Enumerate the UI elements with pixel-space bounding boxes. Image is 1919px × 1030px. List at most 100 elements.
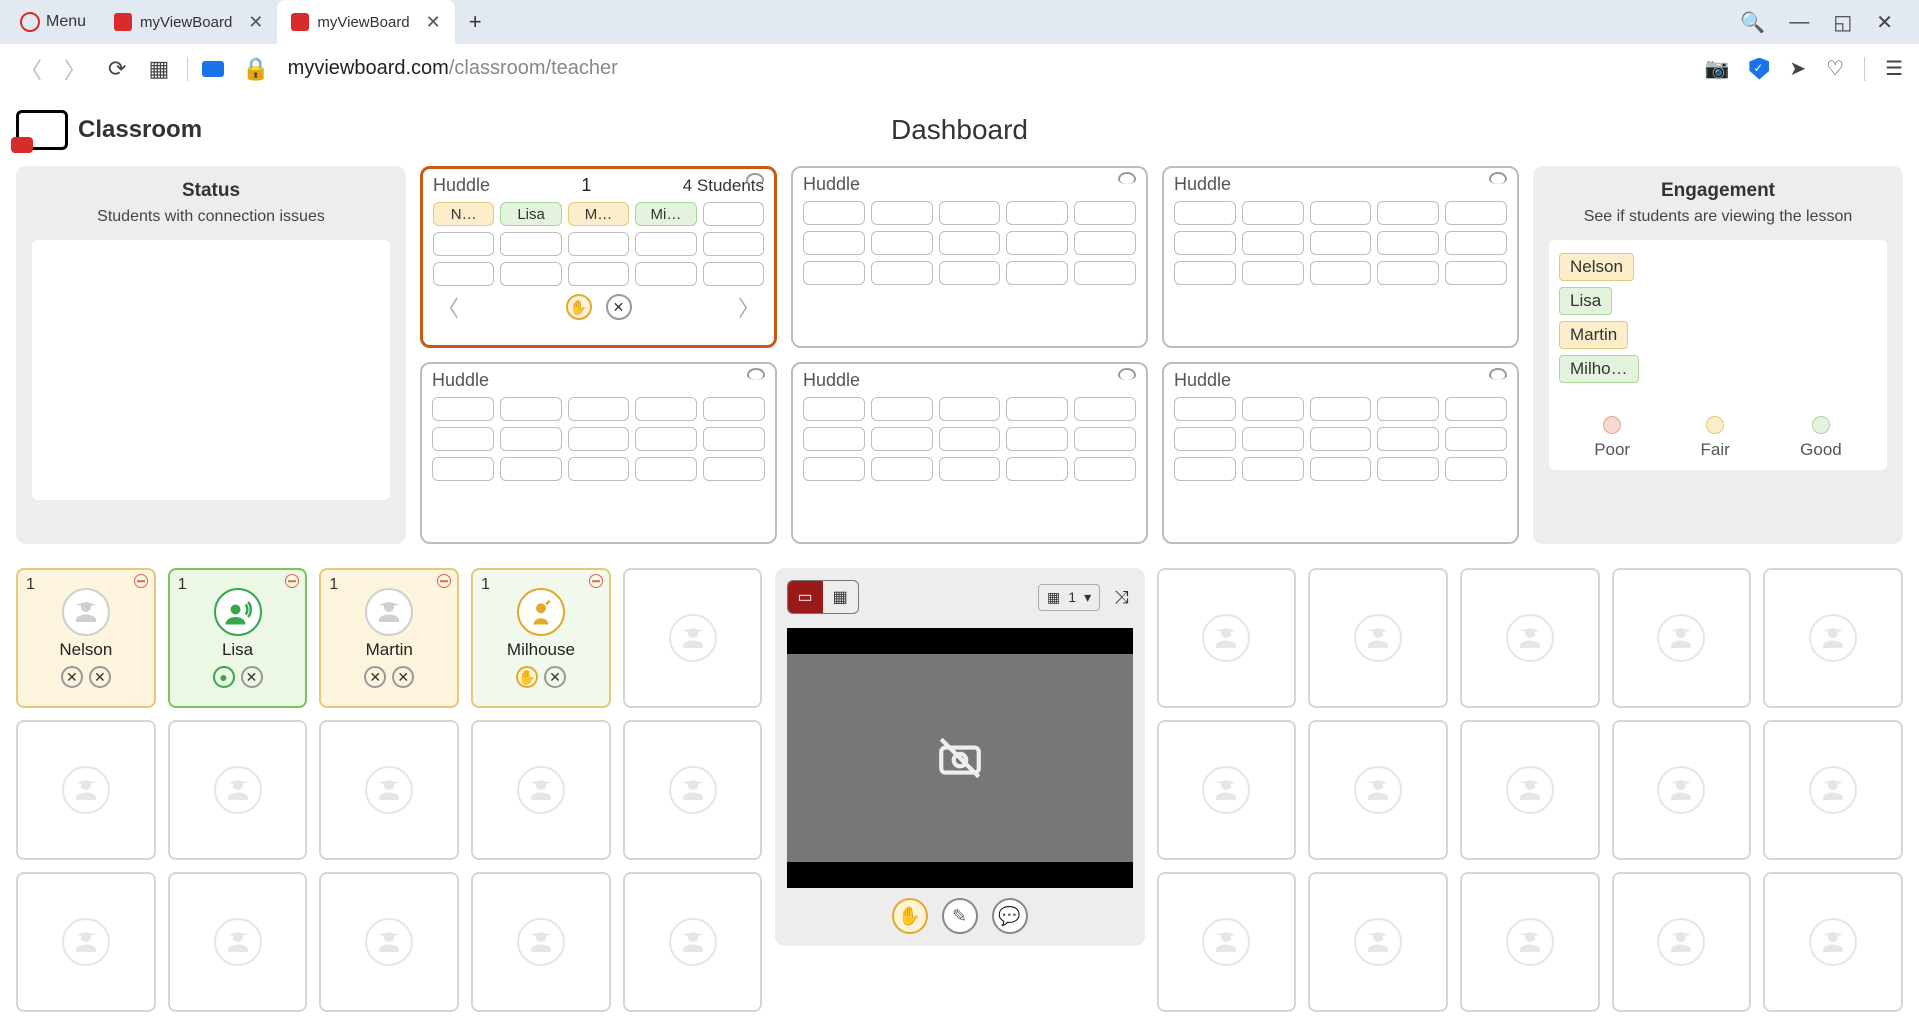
student-card-empty[interactable] (1612, 720, 1752, 860)
student-card-empty[interactable] (168, 872, 308, 1012)
chat-button[interactable]: 💬 (992, 898, 1028, 934)
huddle-empty-slot[interactable] (1174, 201, 1236, 225)
lasso-icon[interactable] (1118, 368, 1136, 380)
mic-mute-icon[interactable]: ✕ (364, 666, 386, 688)
huddle-empty-slot[interactable] (1006, 457, 1068, 481)
huddle-empty-slot[interactable] (1006, 261, 1068, 285)
reload-button[interactable]: ⟳ (104, 52, 130, 86)
heart-icon[interactable]: ♡ (1826, 56, 1844, 81)
engagement-item[interactable]: Milho… (1559, 355, 1639, 383)
speed-dial-icon[interactable]: ▦ (144, 52, 173, 86)
huddle-card-6[interactable]: Huddle (1162, 362, 1519, 544)
huddle-empty-slot[interactable] (871, 427, 933, 451)
huddle-card-1[interactable]: Huddle 1 4 Students N… Lisa M… Mi… (420, 166, 777, 348)
huddle-empty-slot[interactable] (1006, 427, 1068, 451)
huddle-empty-slot[interactable] (1174, 427, 1236, 451)
mic-mute-icon[interactable]: ✕ (61, 666, 83, 688)
huddle-empty-slot[interactable] (803, 397, 865, 421)
huddle-member[interactable]: Mi… (635, 202, 696, 226)
cam-mute-icon[interactable]: ✕ (89, 666, 111, 688)
huddle-empty-slot[interactable] (939, 427, 1001, 451)
huddle-empty-slot[interactable] (1445, 231, 1507, 255)
remove-icon[interactable] (437, 574, 451, 588)
huddle-empty-slot[interactable] (1242, 397, 1304, 421)
chevron-left-icon[interactable]: 〈 (437, 291, 459, 323)
lock-icon[interactable]: 🔒 (238, 52, 273, 86)
student-count-select[interactable]: ▦ 1 ▾ (1038, 584, 1100, 611)
hand-raised-icon[interactable]: ✋ (516, 666, 538, 688)
student-card-empty[interactable] (1460, 720, 1600, 860)
huddle-empty-slot[interactable] (803, 427, 865, 451)
student-card-empty[interactable] (1612, 872, 1752, 1012)
huddle-empty-slot[interactable] (1242, 231, 1304, 255)
huddle-card-5[interactable]: Huddle (791, 362, 1148, 544)
video-indicator-icon[interactable] (202, 61, 224, 77)
huddle-empty-slot[interactable] (939, 231, 1001, 255)
raise-hand-button[interactable]: ✋ (892, 898, 928, 934)
huddle-empty-slot[interactable] (703, 262, 764, 286)
huddle-empty-slot[interactable] (1445, 427, 1507, 451)
search-tabs-icon[interactable]: 🔍 (1740, 10, 1765, 35)
huddle-empty-slot[interactable] (1377, 457, 1439, 481)
view-mode-toggle[interactable]: ▭ ▦ (787, 580, 859, 614)
huddle-empty-slot[interactable] (939, 261, 1001, 285)
huddle-empty-slot[interactable] (803, 261, 865, 285)
huddle-empty-slot[interactable] (871, 231, 933, 255)
remove-icon[interactable] (134, 574, 148, 588)
board-view-icon[interactable]: ▭ (788, 581, 823, 613)
huddle-empty-slot[interactable] (1445, 457, 1507, 481)
window-minimize-icon[interactable]: — (1789, 11, 1809, 34)
huddle-empty-slot[interactable] (871, 397, 933, 421)
huddle-empty-slot[interactable] (1377, 261, 1439, 285)
address-bar[interactable]: myviewboard.com/classroom/teacher (288, 57, 618, 80)
student-card-lisa[interactable]: 1 Lisa ●✕ (168, 568, 308, 708)
huddle-empty-slot[interactable] (635, 262, 696, 286)
huddle-empty-slot[interactable] (703, 457, 765, 481)
huddle-empty-slot[interactable] (1242, 457, 1304, 481)
cam-mute-icon[interactable]: ✕ (544, 666, 566, 688)
send-icon[interactable]: ➤ (1789, 56, 1806, 81)
mic-on-icon[interactable]: ● (213, 666, 235, 688)
student-card-empty[interactable] (1460, 872, 1600, 1012)
huddle-empty-slot[interactable] (1074, 427, 1136, 451)
student-card-empty[interactable] (168, 720, 308, 860)
huddle-empty-slot[interactable] (1377, 231, 1439, 255)
huddle-empty-slot[interactable] (1445, 261, 1507, 285)
huddle-empty-slot[interactable] (1445, 201, 1507, 225)
huddle-empty-slot[interactable] (703, 397, 765, 421)
huddle-empty-slot[interactable] (500, 397, 562, 421)
huddle-empty-slot[interactable] (568, 457, 630, 481)
huddle-empty-slot[interactable] (1310, 261, 1372, 285)
student-card-empty[interactable] (1763, 872, 1903, 1012)
huddle-empty-slot[interactable] (1174, 231, 1236, 255)
easy-setup-icon[interactable]: ☰ (1885, 56, 1903, 81)
student-card-empty[interactable] (1308, 720, 1448, 860)
huddle-empty-slot[interactable] (1074, 457, 1136, 481)
presenter-video[interactable] (787, 628, 1133, 888)
huddle-empty-slot[interactable] (1174, 261, 1236, 285)
grid-view-icon[interactable]: ▦ (823, 581, 858, 613)
window-restore-icon[interactable]: ◱ (1833, 10, 1852, 35)
nav-back-button[interactable]: 〈 (16, 49, 46, 89)
pen-mute-button[interactable]: ✎ (942, 898, 978, 934)
adblock-shield-icon[interactable] (1749, 58, 1769, 80)
student-card-empty[interactable] (319, 720, 459, 860)
browser-menu-button[interactable]: Menu (6, 8, 100, 36)
lasso-icon[interactable] (747, 368, 765, 380)
huddle-empty-slot[interactable] (432, 397, 494, 421)
huddle-empty-slot[interactable] (939, 397, 1001, 421)
student-card-empty[interactable] (1612, 568, 1752, 708)
lasso-icon[interactable] (1489, 172, 1507, 184)
student-card-empty[interactable] (1157, 872, 1297, 1012)
student-card-empty[interactable] (623, 872, 763, 1012)
huddle-empty-slot[interactable] (635, 457, 697, 481)
student-card-nelson[interactable]: 1 Nelson ✕✕ (16, 568, 156, 708)
huddle-empty-slot[interactable] (1242, 261, 1304, 285)
huddle-empty-slot[interactable] (1242, 201, 1304, 225)
remove-icon[interactable] (285, 574, 299, 588)
huddle-empty-slot[interactable] (635, 397, 697, 421)
huddle-empty-slot[interactable] (432, 457, 494, 481)
huddle-empty-slot[interactable] (500, 232, 561, 256)
close-icon[interactable]: ✕ (248, 12, 263, 33)
huddle-empty-slot[interactable] (871, 457, 933, 481)
